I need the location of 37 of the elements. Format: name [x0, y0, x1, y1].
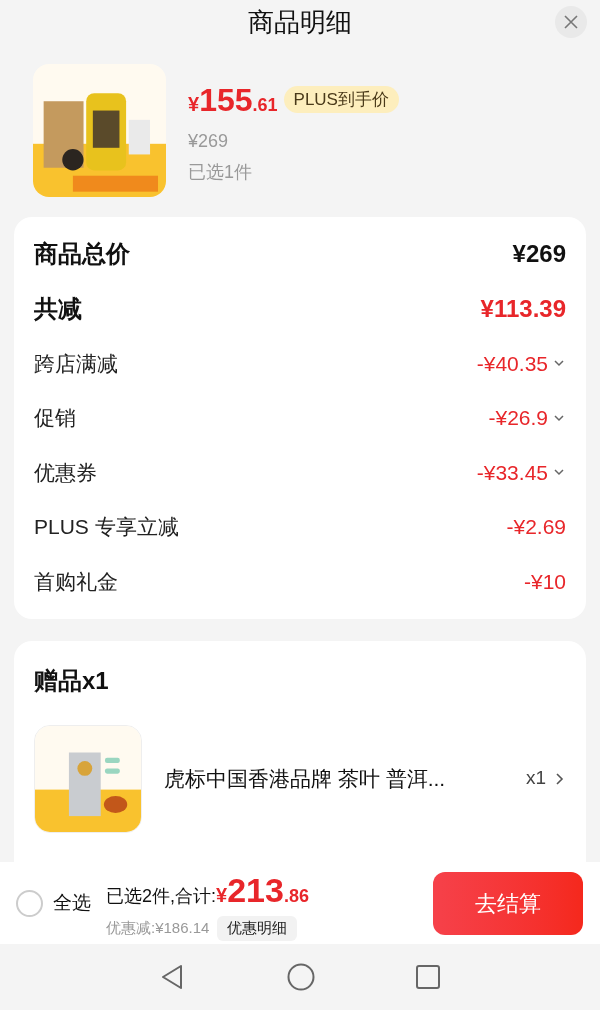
- gift-title: 赠品x1: [34, 665, 110, 696]
- page-title: 商品明细: [248, 6, 352, 39]
- select-all-label: 全选: [53, 890, 91, 915]
- summary-label: 促销: [34, 405, 76, 431]
- summary-value: -¥26.9: [488, 405, 548, 431]
- summary-value: -¥40.35: [476, 350, 548, 377]
- summary-value: ¥269: [512, 239, 566, 270]
- summary-label: PLUS 专享立减: [34, 514, 179, 540]
- summary-value: -¥2.69: [506, 514, 566, 540]
- summary-label: 优惠券: [34, 459, 97, 486]
- summary-value: -¥33.45: [476, 459, 548, 486]
- gift-name[interactable]: 虎标中国香港品牌 茶叶 普洱...: [164, 762, 526, 795]
- close-icon: [563, 14, 579, 30]
- summary-label: 共减: [34, 293, 82, 324]
- summary-value: -¥10: [523, 568, 566, 595]
- price-decimal: .61: [252, 94, 278, 115]
- price-decimal: .86: [283, 886, 309, 907]
- select-all-checkbox[interactable]: [16, 889, 43, 917]
- summary-label: 商品总价: [34, 239, 130, 270]
- close-button[interactable]: [555, 6, 587, 38]
- price-currency: ¥: [188, 92, 200, 115]
- original-price: ¥269: [188, 129, 230, 153]
- selected-count: 已选1件: [188, 160, 253, 184]
- summary-value: ¥113.39: [480, 293, 566, 324]
- recent-apps-icon[interactable]: [415, 964, 441, 990]
- price-integer: 155: [199, 81, 253, 118]
- price-tag: PLUS到手价: [283, 85, 399, 114]
- price-currency: ¥: [216, 884, 228, 907]
- summary-label: 首购礼金: [34, 568, 118, 595]
- home-icon[interactable]: [287, 963, 315, 991]
- discount-total: 优惠减:¥186.14: [106, 918, 210, 939]
- price-integer: 213: [227, 871, 284, 910]
- checkout-button[interactable]: 去结算: [433, 871, 583, 935]
- gift-quantity: x1: [525, 766, 546, 791]
- discount-detail-button[interactable]: 优惠明细: [217, 916, 298, 941]
- total-label: 已选2件,合计:: [106, 885, 216, 909]
- summary-label: 跨店满减: [34, 350, 118, 377]
